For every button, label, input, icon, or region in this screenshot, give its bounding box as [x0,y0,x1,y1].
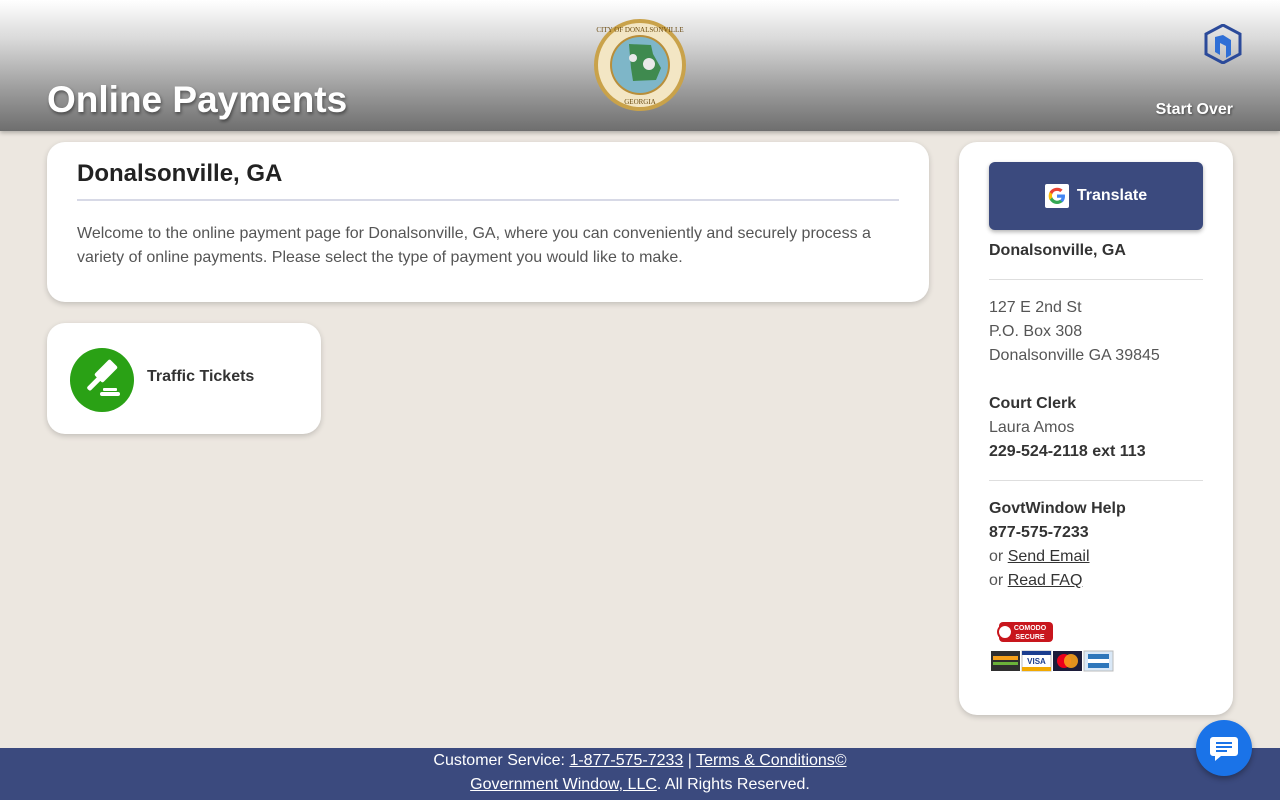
seal-text-bottom: GEORGIA [624,98,656,106]
send-email-row: or Send Email [989,545,1090,569]
help-phone: 877-575-7233 [989,524,1089,541]
help-title: GovtWindow Help [989,500,1126,517]
or-text: or [989,548,1004,565]
chat-icon [1210,737,1238,761]
sidebar-city: Donalsonville, GA [989,242,1126,259]
page-header: Online Payments CITY OF DONALSONVILLE GE… [0,0,1280,131]
start-over-link[interactable]: Start Over [1156,101,1233,119]
terms-link[interactable]: Terms & Conditions© [696,752,847,769]
clerk-phone: 229-524-2118 ext 113 [989,443,1146,460]
clerk-name: Laura Amos [989,419,1075,436]
rights-text: . All Rights Reserved. [656,776,810,793]
customer-service-label: Customer Service: [433,752,565,769]
read-faq-link[interactable]: Read FAQ [1008,572,1083,589]
accepted-cards-icon: VISA [991,650,1114,672]
chat-button[interactable] [1196,720,1252,776]
welcome-card: Donalsonville, GA Welcome to the online … [47,142,929,302]
address-line-2: P.O. Box 308 [989,323,1083,340]
payment-tile-label: Traffic Tickets [147,368,255,385]
page-title: Online Payments [47,79,348,120]
customer-service-phone-link[interactable]: 1-877-575-7233 [569,752,683,769]
gavel-icon [70,348,134,412]
read-faq-row: or Read FAQ [989,569,1082,593]
visa-icon-text: VISA [1027,657,1046,666]
info-sidebar: Translate Donalsonville, GA 127 E 2nd St… [959,142,1233,715]
sidebar-divider [989,480,1203,481]
google-icon [1044,184,1069,208]
payment-tile-traffic-tickets[interactable]: Traffic Tickets [47,323,321,434]
translate-label: Translate [1076,187,1148,204]
seal-text-top: CITY OF DONALSONVILLE [596,26,683,34]
welcome-divider [77,199,899,201]
comodo-line-1: COMODO [1014,625,1047,632]
or-text: or [989,572,1004,589]
translate-button[interactable]: Translate [989,162,1203,230]
company-link[interactable]: Government Window, LLC [470,776,657,793]
footer-separator: | [687,752,692,769]
comodo-line-2: SECURE [1015,634,1045,641]
footer-line-2: Government Window, LLC. All Rights Reser… [0,773,1280,797]
city-seal-logo: CITY OF DONALSONVILLE GEORGIA [594,19,686,111]
welcome-text: Welcome to the online payment page for D… [77,225,871,266]
welcome-title: Donalsonville, GA [77,160,283,187]
clerk-title: Court Clerk [989,395,1077,412]
comodo-secure-badge[interactable]: COMODO SECURE [997,619,1055,645]
footer-line-1: Customer Service: 1-877-575-7233 | Terms… [0,749,1280,773]
govtwindow-logo-icon[interactable] [1204,24,1242,64]
page-footer: Customer Service: 1-877-575-7233 | Terms… [0,748,1280,800]
address-line-3: Donalsonville GA 39845 [989,347,1160,364]
send-email-link[interactable]: Send Email [1008,548,1090,565]
sidebar-divider [989,279,1203,280]
address-line-1: 127 E 2nd St [989,299,1082,316]
